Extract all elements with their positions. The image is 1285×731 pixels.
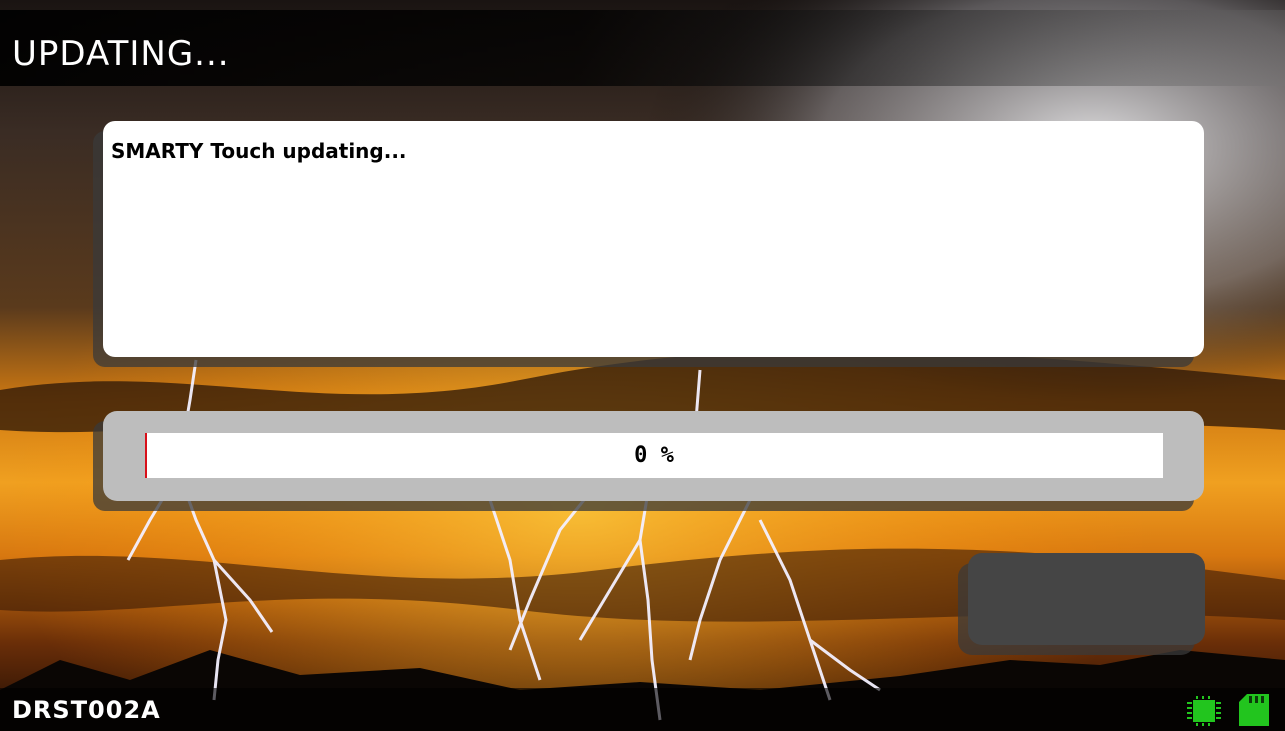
status-message: SMARTY Touch updating... xyxy=(111,139,407,163)
action-button[interactable] xyxy=(968,553,1205,645)
status-bar: DRST002A xyxy=(0,688,1285,731)
page-title: UPDATING... xyxy=(12,34,230,74)
title-bar: UPDATING... xyxy=(0,10,1285,86)
device-id-label: DRST002A xyxy=(12,696,161,724)
update-screen: UPDATING... SMARTY Touch updating... 0 %… xyxy=(0,0,1285,731)
memory-chip-icon xyxy=(1187,696,1221,726)
message-panel: SMARTY Touch updating... xyxy=(103,121,1204,357)
progress-percent-label: 0 % xyxy=(634,443,674,468)
progress-panel: 0 % xyxy=(103,411,1204,501)
progress-bar: 0 % xyxy=(145,433,1163,478)
sd-card-icon xyxy=(1239,694,1269,726)
